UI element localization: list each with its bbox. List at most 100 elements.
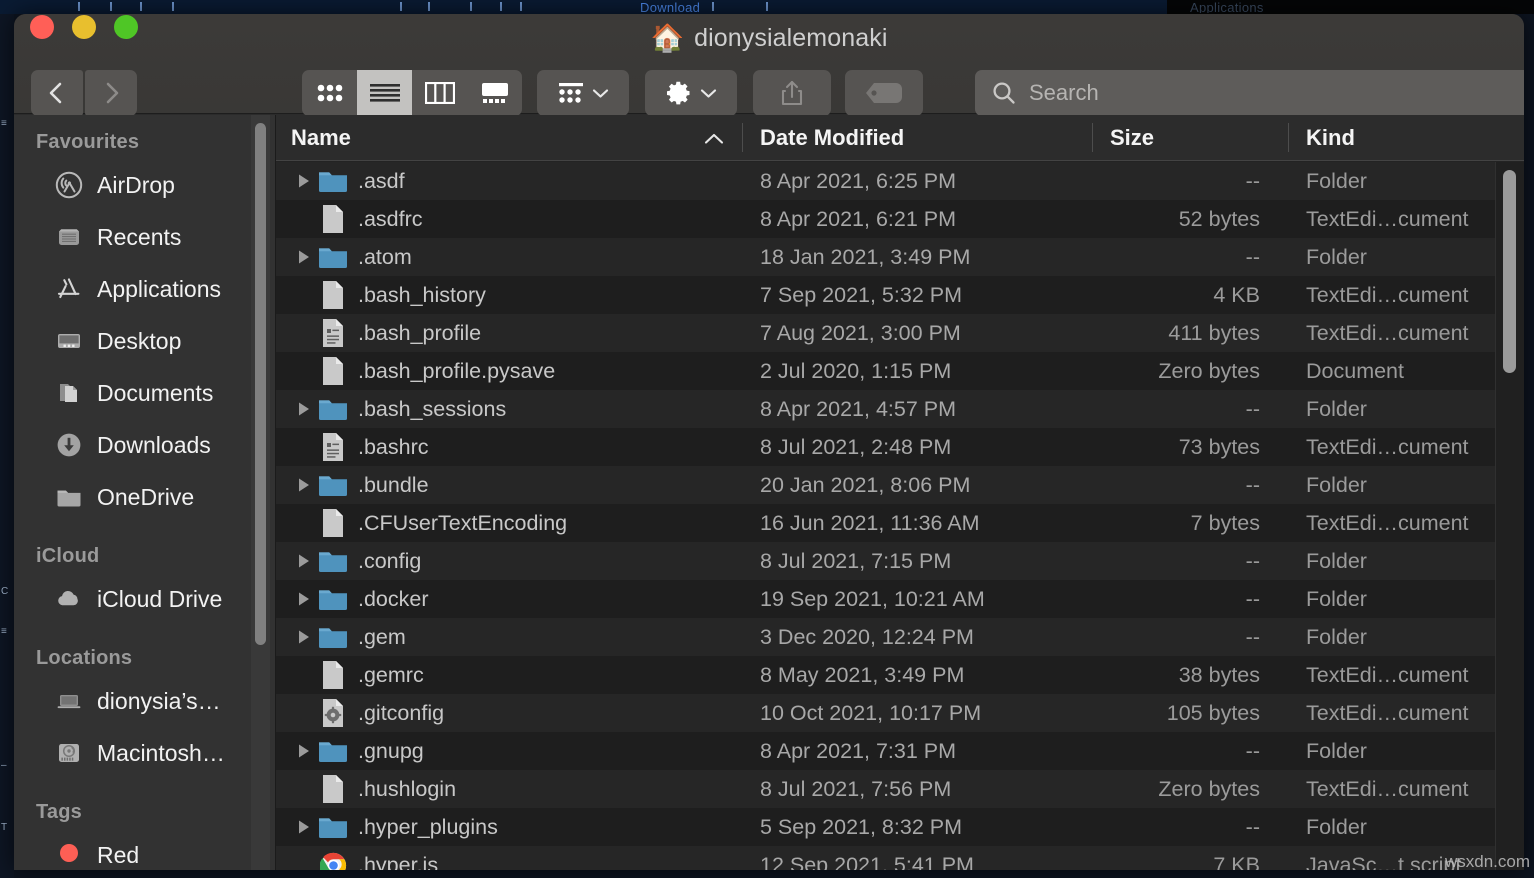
table-row[interactable]: .asdfrc 8 Apr 2021, 6:21 PM 52 bytes Tex…	[276, 200, 1524, 238]
add-tag-button[interactable]	[845, 70, 923, 116]
column-view-button[interactable]	[412, 70, 467, 116]
disclosure-triangle[interactable]	[291, 629, 317, 645]
file-kind-cell: TextEdi…cument	[1288, 321, 1524, 346]
chevron-left-icon	[46, 80, 68, 106]
close-button[interactable]	[30, 15, 54, 39]
sidebar-item-tag-red[interactable]: Red	[14, 829, 275, 870]
table-row[interactable]: .bash_profile.pysave 2 Jul 2020, 1:15 PM…	[276, 352, 1524, 390]
disclosure-triangle[interactable]	[291, 249, 317, 265]
disclosure-triangle-icon	[297, 819, 311, 835]
sidebar-item-icloud-drive[interactable]: iCloud Drive	[14, 573, 275, 625]
grid-icon	[316, 83, 344, 103]
table-row[interactable]: .bash_history 7 Sep 2021, 5:32 PM 4 KB T…	[276, 276, 1524, 314]
file-size-cell: --	[1092, 549, 1288, 574]
file-kind-cell: Folder	[1288, 245, 1524, 270]
sidebar-item-label: OneDrive	[97, 484, 194, 511]
action-menu-button[interactable]	[645, 70, 737, 116]
file-size-cell: 38 bytes	[1092, 663, 1288, 688]
sidebar-item-desktop[interactable]: Desktop	[14, 315, 275, 367]
table-row[interactable]: .hyper_plugins 5 Sep 2021, 8:32 PM -- Fo…	[276, 808, 1524, 846]
chevron-down-icon	[592, 88, 609, 99]
sidebar-item-onedrive[interactable]: OneDrive	[14, 471, 275, 523]
table-row[interactable]: .bash_profile 7 Aug 2021, 3:00 PM 411 by…	[276, 314, 1524, 352]
sidebar-item-applications[interactable]: Applications	[14, 263, 275, 315]
table-row[interactable]: .bash_sessions 8 Apr 2021, 4:57 PM -- Fo…	[276, 390, 1524, 428]
disclosure-triangle[interactable]	[291, 173, 317, 189]
disclosure-triangle[interactable]	[291, 477, 317, 493]
table-row[interactable]: .gitconfig 10 Oct 2021, 10:17 PM 105 byt…	[276, 694, 1524, 732]
disclosure-triangle[interactable]	[291, 591, 317, 607]
column-header-name[interactable]: Name	[276, 115, 742, 160]
sidebar-item-label: Red	[97, 842, 139, 869]
search-field[interactable]	[975, 70, 1524, 116]
table-row[interactable]: .bundle 20 Jan 2021, 8:06 PM -- Folder	[276, 466, 1524, 504]
window-controls	[30, 15, 138, 39]
sidebar: Favourites AirDrop	[14, 115, 275, 870]
file-kind-cell: Folder	[1288, 587, 1524, 612]
disclosure-triangle[interactable]	[291, 553, 317, 569]
table-row[interactable]: .bashrc 8 Jul 2021, 2:48 PM 73 bytes Tex…	[276, 428, 1524, 466]
file-name-cell: .config	[276, 548, 742, 574]
sidebar-item-label: Recents	[97, 224, 181, 251]
sidebar-item-macintosh-hd[interactable]: Macintosh…	[14, 727, 275, 779]
file-name-cell: .hushlogin	[276, 774, 742, 804]
table-row[interactable]: .gemrc 8 May 2021, 3:49 PM 38 bytes Text…	[276, 656, 1524, 694]
table-row[interactable]: .asdf 8 Apr 2021, 6:25 PM -- Folder	[276, 162, 1524, 200]
sidebar-item-recents[interactable]: Recents	[14, 211, 275, 263]
file-date-cell: 5 Sep 2021, 8:32 PM	[742, 815, 1092, 840]
list-view-button[interactable]	[357, 70, 412, 116]
icon-view-button[interactable]	[302, 70, 357, 116]
table-row[interactable]: .hyper.js 12 Sep 2021, 5:41 PM 7 KB Java…	[276, 846, 1524, 870]
disclosure-triangle[interactable]	[291, 743, 317, 759]
file-date-cell: 18 Jan 2021, 3:49 PM	[742, 245, 1092, 270]
file-size-cell: --	[1092, 625, 1288, 650]
disclosure-triangle[interactable]	[291, 401, 317, 417]
column-header-kind[interactable]: Kind	[1288, 115, 1524, 160]
desktop-sliver-b: C	[1, 586, 12, 597]
column-header-date-modified[interactable]: Date Modified	[742, 115, 1092, 160]
back-button[interactable]	[31, 70, 83, 116]
sidebar-section-header-favourites: Favourites	[14, 125, 275, 159]
file-name-cell: .hyper_plugins	[276, 814, 742, 840]
table-row[interactable]: .gem 3 Dec 2020, 12:24 PM -- Folder	[276, 618, 1524, 656]
group-by-button[interactable]	[537, 70, 629, 116]
table-row[interactable]: .hushlogin 8 Jul 2021, 7:56 PM Zero byte…	[276, 770, 1524, 808]
sidebar-item-airdrop[interactable]: AirDrop	[14, 159, 275, 211]
file-name-label: .bash_sessions	[358, 397, 506, 422]
sidebar-item-label: Downloads	[97, 432, 211, 459]
maximize-button[interactable]	[114, 15, 138, 39]
file-date-cell: 20 Jan 2021, 8:06 PM	[742, 473, 1092, 498]
search-input[interactable]	[1029, 80, 1509, 106]
file-date-cell: 7 Aug 2021, 3:00 PM	[742, 321, 1092, 346]
file-size-cell: 411 bytes	[1092, 321, 1288, 346]
file-name-label: .bashrc	[358, 435, 429, 460]
sidebar-item-downloads[interactable]: Downloads	[14, 419, 275, 471]
file-list-scrollbar-thumb[interactable]	[1503, 170, 1516, 373]
table-row[interactable]: .atom 18 Jan 2021, 3:49 PM -- Folder	[276, 238, 1524, 276]
table-row[interactable]: .gnupg 8 Apr 2021, 7:31 PM -- Folder	[276, 732, 1524, 770]
folder-icon	[317, 244, 349, 270]
table-row[interactable]: .config 8 Jul 2021, 7:15 PM -- Folder	[276, 542, 1524, 580]
folder-icon	[317, 548, 349, 574]
table-row[interactable]: .docker 19 Sep 2021, 10:21 AM -- Folder	[276, 580, 1524, 618]
column-header-size[interactable]: Size	[1092, 115, 1288, 160]
view-mode-group	[302, 70, 522, 116]
file-name-label: .config	[358, 549, 421, 574]
finder-window: 🏠 dionysialemonaki	[14, 14, 1524, 870]
columns-icon	[425, 82, 455, 104]
blank-doc-icon	[317, 204, 349, 234]
minimize-button[interactable]	[72, 15, 96, 39]
sidebar-item-label: AirDrop	[97, 172, 175, 199]
forward-button[interactable]	[85, 70, 137, 116]
desktop-sliver-e: T	[1, 822, 12, 833]
toolbar	[14, 69, 1524, 117]
desktop-left-column	[0, 14, 14, 878]
file-size-cell: 73 bytes	[1092, 435, 1288, 460]
disclosure-triangle[interactable]	[291, 819, 317, 835]
table-row[interactable]: .CFUserTextEncoding 16 Jun 2021, 11:36 A…	[276, 504, 1524, 542]
share-button[interactable]	[753, 70, 831, 116]
sidebar-item-documents[interactable]: Documents	[14, 367, 275, 419]
sidebar-item-dionysias-macbook[interactable]: dionysia’s…	[14, 675, 275, 727]
sidebar-scrollbar-thumb[interactable]	[255, 123, 266, 645]
gallery-view-button[interactable]	[467, 70, 522, 116]
